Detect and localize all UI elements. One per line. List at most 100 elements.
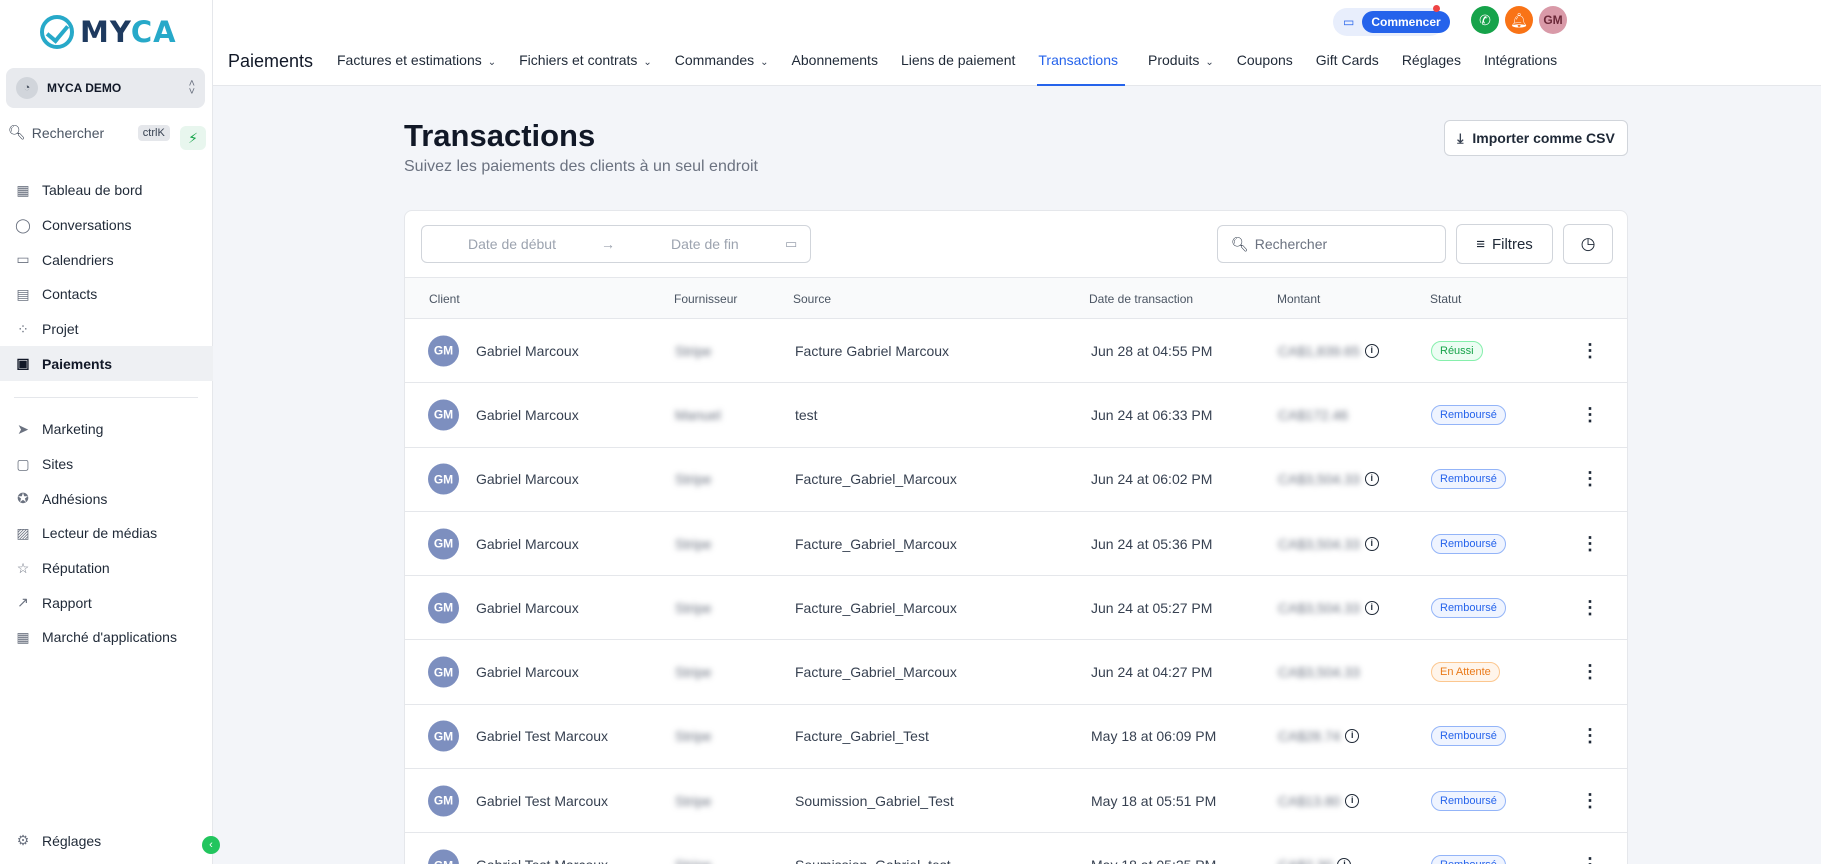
table-row[interactable]: GM Gabriel Test Marcoux Stripe Soumission_G… <box>405 769 1627 834</box>
history-button[interactable]: ◷ <box>1563 224 1613 264</box>
info-icon[interactable]: i <box>1345 729 1360 744</box>
info-icon[interactable]: i <box>1345 793 1360 808</box>
user-avatar[interactable]: GM <box>1539 6 1567 34</box>
more-actions-icon[interactable]: ⋮ <box>1581 597 1599 618</box>
status-badge: En Attente <box>1431 662 1500 683</box>
notifications-button[interactable]: 🔔︎ <box>1505 6 1533 34</box>
table-row[interactable]: GM Gabriel Marcoux Stripe Facture_Gabriel_M… <box>405 512 1627 577</box>
sidebar-item-settings[interactable]: ⚙ Réglages <box>14 832 101 849</box>
more-actions-icon[interactable]: ⋮ <box>1581 340 1599 361</box>
sidebar-item-media[interactable]: ▨ Lecteur de médias <box>0 516 213 551</box>
client-name[interactable]: Gabriel Marcoux <box>476 536 579 552</box>
more-actions-icon[interactable]: ⋮ <box>1581 469 1599 490</box>
sidebar-search[interactable]: 🔍︎ Rechercher ctrlK <box>8 124 170 141</box>
table-row[interactable]: GM Gabriel Test Marcoux Stripe Soumission_G… <box>405 833 1627 864</box>
client-name[interactable]: Gabriel Test Marcoux <box>476 857 608 864</box>
info-icon[interactable]: i <box>1364 472 1379 487</box>
tab-label: Produits <box>1148 52 1200 68</box>
sidebar-item-dashboard[interactable]: ▦ Tableau de bord <box>0 173 213 208</box>
tab-label: Transactions <box>1038 52 1118 68</box>
tab-coupons[interactable]: Coupons <box>1237 48 1293 86</box>
more-actions-icon[interactable]: ⋮ <box>1581 855 1599 864</box>
export-csv-button[interactable]: ⤓ Importer comme CSV <box>1444 120 1628 156</box>
more-actions-icon[interactable]: ⋮ <box>1581 404 1599 425</box>
source-name[interactable]: test <box>795 407 818 423</box>
column-header-source[interactable]: Source <box>793 292 831 306</box>
column-header-date[interactable]: Date de transaction <box>1089 292 1193 306</box>
sidebar-item-app-marketplace[interactable]: ▦ Marché d'applications <box>0 620 213 655</box>
sidebar-item-report[interactable]: ↗ Rapport <box>0 585 213 620</box>
date-start-input[interactable]: Date de début <box>468 236 556 252</box>
source-name[interactable]: Facture_Gabriel_Marcoux <box>795 664 957 680</box>
transaction-date: Jun 24 at 04:27 PM <box>1091 664 1213 681</box>
sidebar-item-payments[interactable]: ▣ Paiements <box>0 346 213 382</box>
sidebar-item-contacts[interactable]: ▤ Contacts <box>0 277 213 312</box>
more-actions-icon[interactable]: ⋮ <box>1581 533 1599 554</box>
source-name[interactable]: Facture Gabriel Marcoux <box>795 343 949 359</box>
get-started-button[interactable]: Commencer <box>1362 11 1450 33</box>
phone-button[interactable]: ✆ <box>1471 6 1499 34</box>
client-name[interactable]: Gabriel Marcoux <box>476 664 579 680</box>
source-name[interactable]: Soumission_Gabriel_test <box>795 857 951 864</box>
sidebar-item-marketing[interactable]: ➤ Marketing <box>0 412 213 447</box>
column-header-client[interactable]: Client <box>429 292 460 306</box>
info-icon[interactable]: i <box>1364 343 1379 358</box>
tab-transactions[interactable]: Transactions <box>1037 48 1125 86</box>
source-name[interactable]: Soumission_Gabriel_Test <box>795 793 954 809</box>
sidebar-item-label: Rapport <box>42 594 92 611</box>
source-name[interactable]: Facture_Gabriel_Marcoux <box>795 536 957 552</box>
quick-action-bolt-icon[interactable]: ⚡︎ <box>180 126 206 150</box>
table-row[interactable]: GM Gabriel Marcoux Stripe Facture_Gabriel_M… <box>405 576 1627 641</box>
more-actions-icon[interactable]: ⋮ <box>1581 726 1599 747</box>
column-header-provider[interactable]: Fournisseur <box>674 292 737 306</box>
sidebar-item-calendars[interactable]: ▭ Calendriers <box>0 242 213 277</box>
column-header-status[interactable]: Statut <box>1430 292 1461 306</box>
transactions-search-input[interactable]: 🔍︎ Rechercher <box>1217 225 1446 263</box>
table-row[interactable]: GM Gabriel Test Marcoux Stripe Facture_Gabr… <box>405 705 1627 770</box>
sidebar-item-memberships[interactable]: ✪ Adhésions <box>0 481 213 516</box>
account-switcher[interactable]: ◔ MYCA DEMO ˄ ˅ <box>6 68 205 108</box>
tab-integrations[interactable]: Intégrations <box>1484 48 1557 86</box>
provider-name: Stripe <box>675 342 712 359</box>
table-row[interactable]: GM Gabriel Marcoux Stripe Facture_Gabriel_M… <box>405 641 1627 705</box>
sidebar-item-project[interactable]: ⁘ Projet <box>0 312 213 347</box>
tab-payment-links[interactable]: Liens de paiement <box>901 48 1015 86</box>
more-actions-icon[interactable]: ⋮ <box>1581 662 1599 683</box>
filters-button[interactable]: ≡ Filtres <box>1456 224 1553 264</box>
source-name[interactable]: Facture_Gabriel_Marcoux <box>795 600 957 616</box>
tab-files-contracts[interactable]: Fichiers et contrats ⌄ <box>519 48 652 86</box>
info-icon[interactable]: i <box>1364 600 1379 615</box>
amount-cell: CA$13.80 i <box>1278 793 1360 809</box>
more-actions-icon[interactable]: ⋮ <box>1581 790 1599 811</box>
collapse-sidebar-button[interactable]: ‹ <box>202 836 220 854</box>
table-row[interactable]: GM Gabriel Marcoux Stripe Facture Gabriel M… <box>405 319 1627 384</box>
sidebar-search-placeholder[interactable]: Rechercher <box>32 125 138 141</box>
myca-logo[interactable]: MYCA <box>40 15 177 49</box>
info-icon[interactable]: i <box>1337 858 1352 864</box>
tab-products[interactable]: Produits ⌄ <box>1148 48 1214 86</box>
client-name[interactable]: Gabriel Marcoux <box>476 471 579 487</box>
tab-gift-cards[interactable]: Gift Cards <box>1316 48 1379 86</box>
date-range-picker[interactable]: Date de début → Date de fin ▭ <box>421 225 811 263</box>
get-started-pill[interactable]: ▭ Commencer <box>1333 8 1450 36</box>
sidebar-item-conversations[interactable]: ◯ Conversations <box>0 208 213 243</box>
table-row[interactable]: GM Gabriel Marcoux Stripe Facture_Gabriel_M… <box>405 448 1627 512</box>
source-name[interactable]: Facture_Gabriel_Marcoux <box>795 471 957 487</box>
client-name[interactable]: Gabriel Test Marcoux <box>476 728 608 744</box>
tab-subscriptions[interactable]: Abonnements <box>792 48 878 86</box>
client-name[interactable]: Gabriel Marcoux <box>476 407 579 423</box>
source-name[interactable]: Facture_Gabriel_Test <box>795 728 929 744</box>
client-name[interactable]: Gabriel Test Marcoux <box>476 793 608 809</box>
sidebar-item-sites[interactable]: ▢ Sites <box>0 447 213 482</box>
sidebar-item-label: Sites <box>42 456 74 473</box>
client-name[interactable]: Gabriel Marcoux <box>476 343 579 359</box>
sidebar-item-reputation[interactable]: ☆ Réputation <box>0 551 213 586</box>
info-icon[interactable]: i <box>1364 536 1379 551</box>
column-header-amount[interactable]: Montant <box>1277 292 1320 306</box>
tab-orders[interactable]: Commandes ⌄ <box>675 48 769 86</box>
table-row[interactable]: GM Gabriel Marcoux Manuel test Jun 24 at 06:… <box>405 383 1627 448</box>
date-end-input[interactable]: Date de fin <box>671 236 739 252</box>
tab-settings[interactable]: Réglages <box>1402 48 1461 86</box>
client-name[interactable]: Gabriel Marcoux <box>476 600 579 616</box>
tab-invoices-estimates[interactable]: Factures et estimations ⌄ <box>337 48 496 86</box>
